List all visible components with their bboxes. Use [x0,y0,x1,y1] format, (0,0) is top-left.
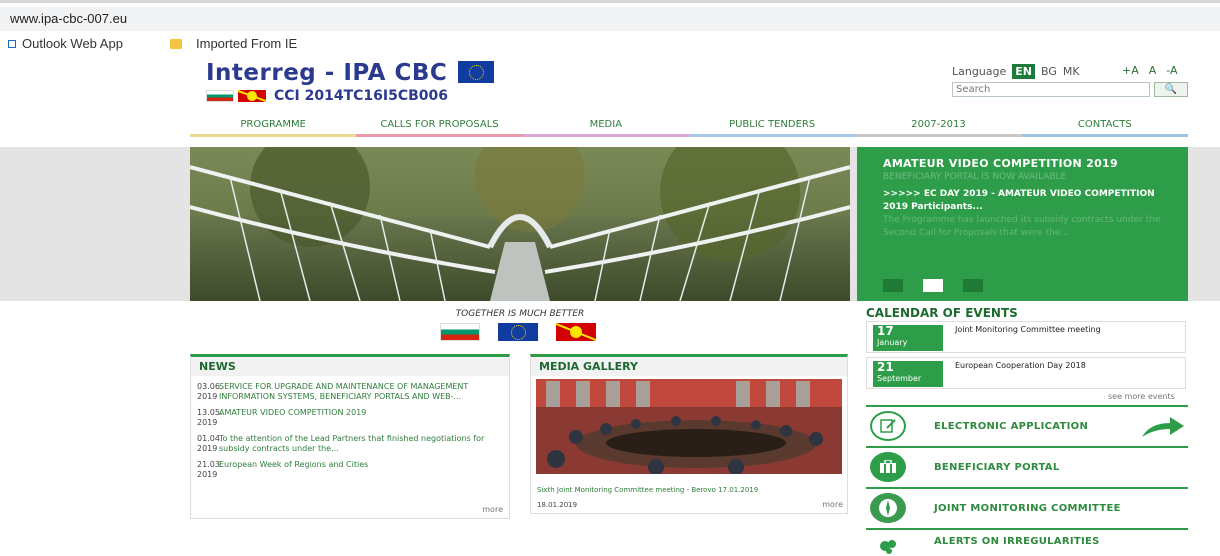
font-increase[interactable]: +A [1122,64,1139,77]
briefcase-icon [870,452,906,482]
nav-contacts[interactable]: CONTACTS [1021,117,1188,137]
event-month: September [877,374,922,383]
hero-image[interactable] [190,147,850,301]
arrow-right-icon [1140,417,1184,443]
media-more-link[interactable]: more [822,500,843,509]
news-more-link[interactable]: more [482,505,503,514]
beneficiary-portal-link[interactable]: BENEFICIARY PORTAL [866,446,1188,486]
address-bar[interactable]: www.ipa-cbc-007.eu [0,7,1220,31]
site-logo[interactable]: Interreg - IPA CBC CCI 2014TC16I5CB006 [206,60,495,104]
electronic-application-link[interactable]: ELECTRONIC APPLICATION [866,405,1188,445]
slogan: TOGETHER IS MUCH BETTER [455,309,585,319]
browser-address-area: www.ipa-cbc-007.eu [0,0,1220,32]
nav-2007-2013[interactable]: 2007-2013 [855,117,1022,137]
event-date: 17 January [873,325,943,351]
document-edit-icon [870,411,906,441]
slider-dot-1[interactable] [883,279,903,292]
alert-icon [870,536,906,556]
bookmarks-bar: Outlook Web App Imported From IE [0,32,1220,56]
lang-en[interactable]: EN [1012,64,1036,79]
font-normal[interactable]: A [1149,64,1157,77]
macedonia-flag-icon [556,323,596,341]
search-icon: 🔍 [1164,84,1178,95]
eu-flag-icon [498,323,538,341]
search-input[interactable] [952,82,1150,97]
calendar-title: CALENDAR OF EVENTS [866,306,1018,320]
event-title[interactable]: Joint Monitoring Committee meeting [955,325,1101,334]
language-switcher: Language EN BG MK [952,64,1080,79]
logo-title: Interreg - IPA CBC [206,60,448,86]
eu-flag-icon [458,61,495,83]
news-link[interactable]: AMATEUR VIDEO COMPETITION 2019 [219,408,366,428]
news-item[interactable]: 13.05. 2019 AMATEUR VIDEO COMPETITION 20… [197,408,503,428]
news-item[interactable]: 21.03. 2019 European Week of Regions and… [197,460,503,480]
news-date: 13.05. 2019 [197,408,223,427]
alerts-on-irregularities-link[interactable]: ALERTS ON IRREGULARITIES [866,528,1188,555]
nav-public-tenders[interactable]: PUBLIC TENDERS [688,117,856,137]
bulgaria-flag-icon [206,90,234,102]
compass-icon [870,493,906,523]
media-date: 18.01.2019 [537,501,578,509]
slide-title[interactable]: AMATEUR VIDEO COMPETITION 2019 [883,157,1162,170]
search-button[interactable]: 🔍 [1154,82,1188,97]
language-label: Language [952,65,1007,78]
news-box: NEWS 03.06. 2019 SERVICE FOR UPGRADE AND… [190,354,510,519]
slider-dots [883,279,983,292]
bookmark-label: Outlook Web App [22,36,123,51]
bookmark-label: Imported From IE [196,36,298,51]
nav-media[interactable]: MEDIA [522,117,689,137]
news-link[interactable]: To the attention of the Lead Partners th… [219,434,503,454]
logo-code: CCI 2014TC16I5CB006 [274,88,449,104]
news-item[interactable]: 01.04. 2019 To the attention of the Lead… [197,434,503,454]
media-caption[interactable]: Sixth Joint Monitoring Committee meeting… [537,486,758,494]
slider-panel[interactable]: AMATEUR VIDEO COMPETITION 2019 BENEFICIA… [857,147,1188,301]
event-title[interactable]: European Cooperation Day 2018 [955,361,1086,370]
font-size-controls: +A A -A [1122,64,1178,77]
event-month: January [877,338,908,347]
nav-programme[interactable]: PROGRAMME [190,117,357,137]
event-date: 21 September [873,361,943,387]
quick-link-label: ALERTS ON IRREGULARITIES [934,536,1100,547]
event-day: 17 [877,324,894,338]
news-title: NEWS [191,357,509,376]
bulgaria-flag-icon [440,323,480,341]
main-nav: PROGRAMME CALLS FOR PROPOSALS MEDIA PUBL… [190,117,1188,137]
meeting-photo [536,379,842,474]
outlook-icon [8,39,16,48]
lang-bg[interactable]: BG [1041,65,1057,78]
see-more-events-link[interactable]: see more events [1108,392,1175,401]
news-date: 01.04. 2019 [197,434,223,453]
slide-ghost-title: BENEFICIARY PORTAL IS NOW AVAILABLE [883,172,1067,182]
news-item[interactable]: 03.06. 2019 SERVICE FOR UPGRADE AND MAIN… [197,382,503,402]
media-photo[interactable] [536,379,842,474]
font-decrease[interactable]: -A [1166,64,1177,77]
joint-monitoring-committee-link[interactable]: JOINT MONITORING COMMITTEE [866,487,1188,527]
slide-ghost-text: The Programme has launched its subsidy c… [883,215,1161,238]
folder-icon [170,38,182,49]
macedonia-flag-icon [238,90,266,102]
quick-link-label: BENEFICIARY PORTAL [934,461,1060,473]
news-link[interactable]: European Week of Regions and Cities [219,460,368,480]
slider-dot-3[interactable] [963,279,983,292]
news-date: 21.03. 2019 [197,460,223,479]
bookmark-imported[interactable]: Imported From IE [170,36,297,51]
calendar-event[interactable]: 17 January Joint Monitoring Committee me… [866,321,1186,353]
media-gallery-box: MEDIA GALLERY Sixth Joint Monitoring Com… [530,354,848,514]
news-date: 03.06. 2019 [197,382,223,401]
calendar-event[interactable]: 21 September European Cooperation Day 20… [866,357,1186,389]
quick-link-label: JOINT MONITORING COMMITTEE [934,502,1121,514]
slide-text[interactable]: >>>>> EC DAY 2019 - AMATEUR VIDEO COMPET… [883,188,1162,214]
bridge-photo [190,147,850,301]
bookmark-outlook[interactable]: Outlook Web App [8,36,123,51]
lang-mk[interactable]: MK [1063,65,1080,78]
quick-link-label: ELECTRONIC APPLICATION [934,420,1089,432]
media-title: MEDIA GALLERY [531,357,847,376]
address-text[interactable]: www.ipa-cbc-007.eu [10,11,127,26]
slider-dot-2[interactable] [923,279,943,292]
nav-calls-for-proposals[interactable]: CALLS FOR PROPOSALS [356,117,523,137]
news-link[interactable]: SERVICE FOR UPGRADE AND MAINTENANCE OF M… [219,382,503,402]
flags-row [440,323,596,341]
event-day: 21 [877,360,894,374]
